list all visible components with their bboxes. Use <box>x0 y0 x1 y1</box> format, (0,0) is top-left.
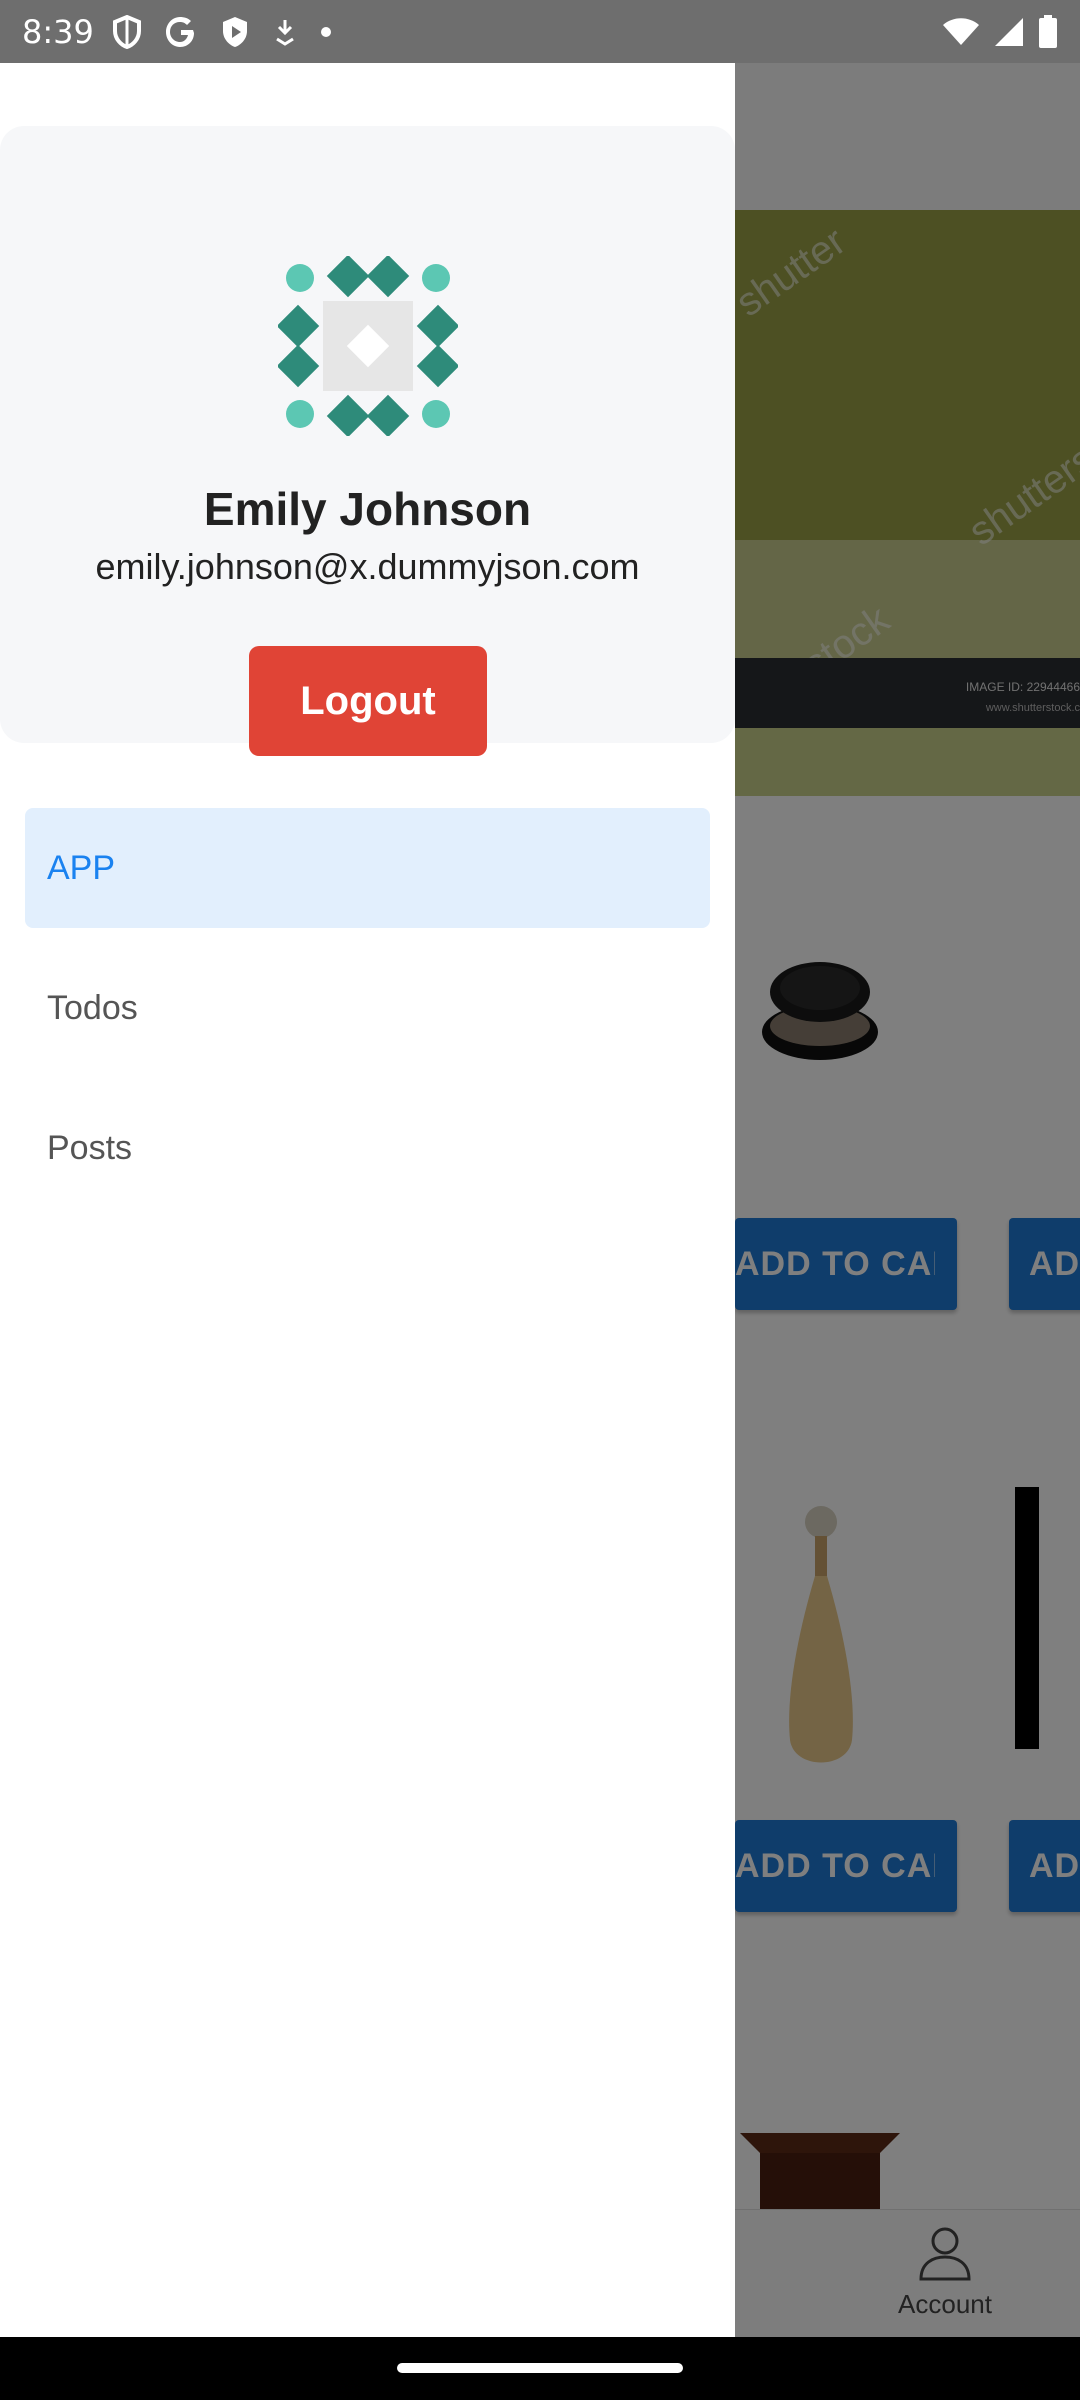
nav-item-label: APP <box>47 848 116 887</box>
status-bar: 8:39 <box>0 0 1080 63</box>
navigation-drawer: Emily Johnson emily.johnson@x.dummyjson.… <box>0 63 735 2337</box>
status-icons-right <box>942 14 1058 49</box>
download-icon <box>272 17 298 47</box>
home-gesture-handle[interactable] <box>397 2363 683 2373</box>
nav-item-todos[interactable]: Todos <box>25 948 710 1068</box>
google-icon <box>164 15 198 49</box>
battery-icon <box>1038 14 1058 49</box>
nav-item-label: Posts <box>47 1128 133 1167</box>
nav-item-posts[interactable]: Posts <box>25 1088 710 1208</box>
play-protect-icon <box>220 15 250 49</box>
status-icons-left <box>112 14 332 49</box>
signal-icon <box>994 17 1024 47</box>
nav-item-label: Todos <box>47 988 138 1027</box>
user-avatar <box>278 256 458 436</box>
wifi-icon <box>942 17 980 47</box>
gesture-nav-bar <box>0 2337 1080 2400</box>
dot-icon <box>320 26 332 38</box>
user-email: emily.johnson@x.dummyjson.com <box>95 546 640 587</box>
shield-icon <box>112 14 142 49</box>
nav-item-app[interactable]: APP <box>25 808 710 928</box>
profile-card: Emily Johnson emily.johnson@x.dummyjson.… <box>0 126 735 756</box>
status-time: 8:39 <box>22 12 94 51</box>
logout-button[interactable]: Logout <box>249 646 487 756</box>
screen: 8:39 Emily Johnson emily.johnson@x.dummy… <box>0 0 1080 2400</box>
user-name: Emily Johnson <box>203 483 532 535</box>
